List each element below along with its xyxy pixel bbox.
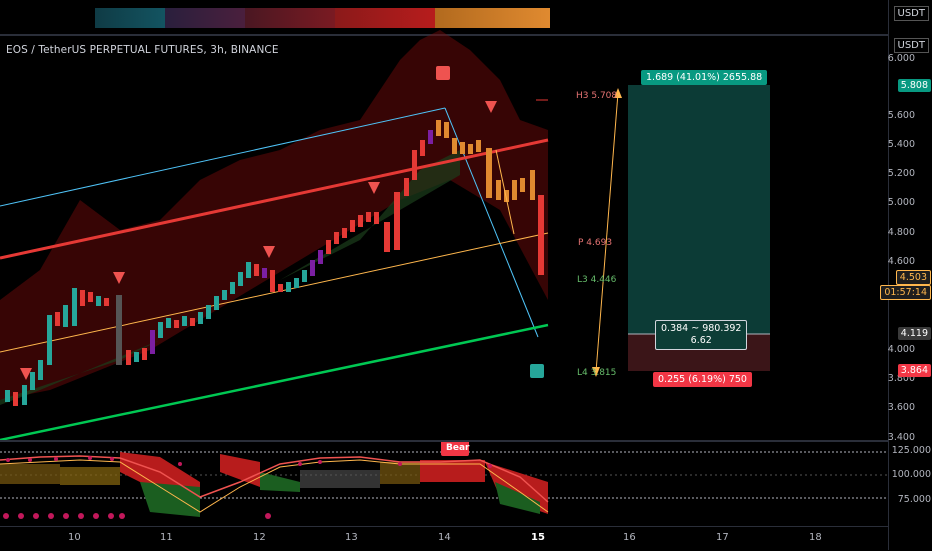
target-zone[interactable] <box>628 85 770 334</box>
time-label: 16 <box>623 532 636 543</box>
time-label: 17 <box>716 532 729 543</box>
osc-label: 125.000 <box>891 445 931 456</box>
entry-price-tag: 4.119 <box>897 327 931 340</box>
stop-label[interactable]: 0.255 (6.19%) 750 <box>653 372 752 387</box>
time-axis[interactable]: 10 11 12 13 14 15 16 17 18 <box>0 526 888 551</box>
time-label: 10 <box>68 532 81 543</box>
time-label: 13 <box>345 532 358 543</box>
target-price-tag: 5.808 <box>897 79 931 92</box>
time-label: 14 <box>438 532 451 543</box>
time-label: 18 <box>809 532 822 543</box>
countdown-tag: 01:57:14 <box>880 285 931 300</box>
bear-signal-label: Bear <box>446 443 470 453</box>
position-info-line1: 0.384 ~ 980.392 <box>661 323 742 334</box>
price-label: 6.000 <box>887 53 915 64</box>
l3-level-label: L3 4.446 <box>577 275 617 285</box>
price-label: 3.400 <box>887 432 915 443</box>
oscillator-panel[interactable] <box>0 442 888 528</box>
currency-badge-top[interactable]: USDT <box>893 6 929 21</box>
price-label: 4.600 <box>887 256 915 267</box>
price-label: 5.600 <box>887 110 915 121</box>
l4-level-label: L4 3.815 <box>577 368 617 378</box>
price-label: 5.200 <box>887 168 915 179</box>
symbol-title[interactable]: EOS / TetherUS PERPETUAL FUTURES, 3h, BI… <box>6 44 279 56</box>
h3-level-label: H3 5.708 <box>576 91 618 101</box>
position-info-label[interactable]: 0.384 ~ 980.392 6.62 <box>655 320 748 350</box>
bull-marker-icon[interactable] <box>530 364 544 378</box>
bear-marker-icon[interactable] <box>436 66 450 80</box>
price-axis[interactable]: USDT USDT 6.000 5.600 5.400 5.200 5.000 … <box>880 0 932 550</box>
cloud-bear <box>0 30 548 400</box>
price-chart[interactable] <box>0 0 888 440</box>
currency-badge-main[interactable]: USDT <box>893 38 929 53</box>
current-price-tag: 4.503 <box>895 270 931 285</box>
time-label: 12 <box>253 532 266 543</box>
time-label: 11 <box>160 532 173 543</box>
time-label: 15 <box>531 532 545 543</box>
stop-price-tag: 3.864 <box>897 364 931 377</box>
price-label: 3.600 <box>887 402 915 413</box>
chart-window: EOS / TetherUS PERPETUAL FUTURES, 3h, BI… <box>0 0 932 551</box>
projection-line[interactable] <box>595 92 619 373</box>
price-label: 5.400 <box>887 139 915 150</box>
osc-label: 75.000 <box>897 494 931 505</box>
price-label: 5.000 <box>887 197 915 208</box>
osc-label: 100.000 <box>891 469 931 480</box>
price-label: 4.000 <box>887 344 915 355</box>
position-info-line2: 6.62 <box>690 335 712 346</box>
p-level-label: P 4.693 <box>578 238 613 248</box>
price-label: 4.800 <box>887 227 915 238</box>
target-label[interactable]: 1.689 (41.01%) 2655.88 <box>641 70 768 85</box>
